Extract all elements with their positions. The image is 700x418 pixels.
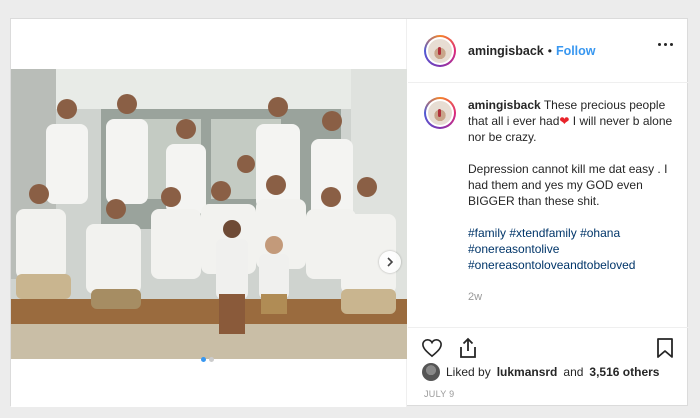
hashtag-link[interactable]: #ohana: [580, 226, 620, 240]
likes-summary: Liked by lukmansrd and 3,516 others: [422, 363, 659, 381]
follow-button[interactable]: Follow: [556, 44, 596, 58]
heart-emoji: ❤: [559, 114, 570, 128]
post-photo[interactable]: [11, 69, 407, 359]
hashtag-link[interactable]: #onereasontoloveandtobeloved: [468, 258, 635, 272]
caption-username[interactable]: amingisback: [468, 98, 541, 112]
family-photo: [11, 69, 407, 359]
bookmark-icon: [657, 337, 673, 358]
post-header: amingisback • Follow: [408, 19, 689, 83]
heart-icon: [422, 338, 442, 357]
carousel-indicator: [201, 357, 214, 362]
caption-avatar[interactable]: [424, 97, 456, 129]
hashtags: #family #xtendfamily #ohana #onereasonto…: [468, 225, 673, 273]
share-button[interactable]: [456, 336, 480, 360]
liker-username[interactable]: lukmansrd: [497, 365, 558, 379]
caption: amingisback These precious people that a…: [424, 97, 673, 305]
carousel-dot: [209, 357, 214, 362]
post-sidebar: amingisback • Follow amingisback These p…: [408, 19, 689, 407]
post-date[interactable]: JULY 9: [424, 389, 454, 399]
likes-middle: and: [563, 365, 584, 379]
post-media: [11, 19, 407, 407]
avatar[interactable]: [424, 34, 456, 67]
caption-time[interactable]: 2w: [468, 289, 673, 305]
action-bar: [408, 327, 689, 367]
hashtag-link[interactable]: #onereasontolive: [468, 242, 559, 256]
caption-text-2: Depression cannot kill me dat easy . I h…: [468, 162, 668, 208]
hashtag-link[interactable]: #xtendfamily: [509, 226, 576, 240]
save-button[interactable]: [653, 336, 677, 360]
separator-bullet: •: [547, 43, 552, 58]
likes-prefix: Liked by: [446, 365, 491, 379]
likes-others-link[interactable]: 3,516 others: [589, 365, 659, 379]
share-icon: [460, 337, 476, 358]
header-username[interactable]: amingisback: [468, 44, 544, 58]
comments-section: amingisback These precious people that a…: [408, 83, 689, 303]
carousel-dot-active: [201, 357, 206, 362]
hashtag-link[interactable]: #family: [468, 226, 506, 240]
chevron-right-icon: [387, 257, 394, 267]
carousel-next-button[interactable]: [379, 251, 401, 273]
like-button[interactable]: [420, 336, 444, 360]
more-options-icon[interactable]: [658, 43, 673, 46]
post-card: amingisback • Follow amingisback These p…: [10, 18, 689, 407]
liker-avatar[interactable]: [422, 363, 440, 381]
